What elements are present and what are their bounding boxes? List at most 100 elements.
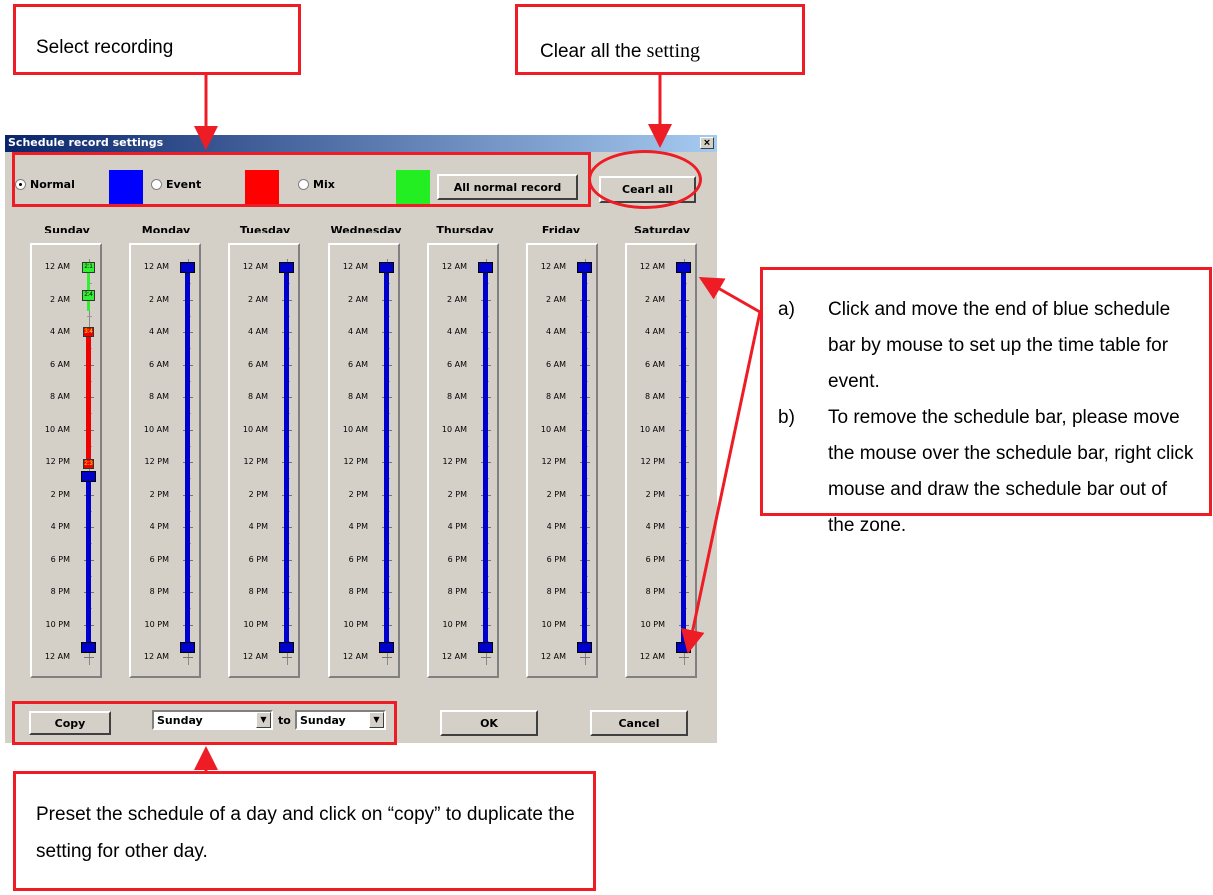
ok-label: OK [480,716,498,730]
schedule-bar-normal[interactable] [185,267,190,647]
time-label: 6 AM [49,359,70,369]
time-label: 10 PM [343,619,368,629]
day-header-tuesday: Tuesday [239,224,291,233]
schedule-column-thursday[interactable]: 12 AM 2 AM 4 AM 6 AM 8 AM 10 AM 12 PM 2 PM 4 PM 6… [427,243,499,678]
schedule-handle-start[interactable] [180,262,195,273]
time-label: 6 AM [446,359,467,369]
schedule-column-tuesday[interactable]: 12 AM 2 AM 4 AM 6 AM 8 AM 10 AM 12 PM 2 PM 4 PM 6… [228,243,300,678]
time-label: 6 AM [347,359,368,369]
time-label: 12 AM [44,652,70,661]
schedule-column-monday[interactable]: 12 AM 2 AM 4 AM 6 AM 8 AM 10 AM 12 PM 2 PM 4 PM 6… [129,243,201,678]
time-label: 6 AM [148,359,169,369]
schedule-handle-end[interactable] [81,642,96,653]
time-label: 2 PM [348,489,368,499]
time-label: 2 PM [50,489,70,499]
time-label: 2 PM [546,489,566,499]
time-label: 2 AM [644,294,665,304]
time-label: 8 AM [347,392,368,401]
time-label: 8 PM [149,587,169,596]
time-label: 4 AM [148,327,169,336]
time-label: 2 AM [148,294,169,304]
time-label: 10 PM [541,619,566,629]
annotation-copy-text: Preset the schedule of a day and click o… [36,804,575,862]
schedule-handle-end[interactable] [379,642,394,653]
mode-selection-highlight [12,152,591,207]
time-label: 6 PM [546,554,566,564]
time-label: 8 PM [546,587,566,596]
schedule-handle-start[interactable] [478,262,493,273]
time-label: 8 AM [446,392,467,401]
schedule-handle-start[interactable] [279,262,294,273]
time-label: 2 PM [645,489,665,499]
time-label: 8 AM [644,392,665,401]
time-tick [580,657,590,658]
time-label: 4 AM [446,327,467,336]
schedule-handle-mix-start[interactable]: 2:1 [82,262,95,273]
time-label: 12 PM [442,457,467,466]
time-label: 4 AM [545,327,566,336]
schedule-bar-normal[interactable] [483,267,488,647]
day-header-saturday: Saturday [634,224,690,233]
time-label: 4 PM [546,522,566,531]
title-bar[interactable]: Schedule record settings × [5,135,717,152]
time-label: 4 AM [347,327,368,336]
schedule-column-friday[interactable]: 12 AM 2 AM 4 AM 6 AM 8 AM 10 AM 12 PM 2 PM 4 PM 6… [526,243,598,678]
time-label: 6 PM [348,554,368,564]
cancel-button[interactable]: Cancel [590,710,688,736]
window-title: Schedule record settings [8,136,164,149]
time-tick [282,657,292,658]
time-label: 2 AM [247,294,268,304]
schedule-bar-event[interactable] [86,331,91,467]
schedule-handle-start[interactable] [81,471,96,482]
schedule-handle-event-start[interactable]: 3:4 [83,327,94,337]
schedule-handle-end[interactable] [279,642,294,653]
schedule-handle-event-end[interactable]: 2:3 [83,459,94,469]
time-label: 12 AM [540,652,566,661]
time-label: 12 AM [143,652,169,661]
time-label: 12 PM [144,457,169,466]
schedule-column-sunday[interactable]: 12 AM 2 AM 4 AM 6 AM 8 AM 10 AM 12 PM 2 PM 4 PM 6… [30,243,102,678]
schedule-bar-normal[interactable] [86,477,91,647]
schedule-handle-end[interactable] [577,642,592,653]
time-label: 10 PM [45,619,70,629]
time-label: 10 AM [44,424,70,434]
time-label: 2 PM [149,489,169,499]
annotation-schedule-bar: a) Click and move the end of blue schedul… [760,267,1212,536]
time-label: 12 PM [541,457,566,466]
cancel-label: Cancel [618,716,660,730]
time-label: 12 AM [44,262,70,271]
schedule-record-settings-window: Schedule record settings × Normal Event … [5,135,717,743]
time-label: 10 AM [441,424,467,434]
schedule-handle-mix-end[interactable]: 2:4 [82,290,95,301]
time-tick [481,657,491,658]
annotation-select-recording-text: Select recording [36,37,174,58]
schedule-handle-start[interactable] [379,262,394,273]
time-label: 10 AM [242,424,268,434]
schedule-handle-end[interactable] [676,642,691,653]
schedule-column-saturday[interactable]: 12 AM 2 AM 4 AM 6 AM 8 AM 10 AM 12 PM 2 PM 4 PM 6… [625,243,697,678]
schedule-bar-normal[interactable] [384,267,389,647]
time-label: 12 PM [640,457,665,466]
time-label: 10 AM [342,424,368,434]
time-label: 6 PM [248,554,268,564]
schedule-column-wednesday[interactable]: 12 AM 2 AM 4 AM 6 AM 8 AM 10 AM 12 PM 2 PM 4 PM 6… [328,243,400,678]
schedule-bar-normal[interactable] [582,267,587,647]
time-tick [183,657,193,658]
schedule-bar-normal[interactable] [284,267,289,647]
time-label: 8 AM [247,392,268,401]
close-button[interactable]: × [700,137,714,149]
schedule-handle-end[interactable] [180,642,195,653]
day-header-friday: Friday [541,224,581,233]
ok-button[interactable]: OK [440,710,538,736]
time-label: 4 PM [348,522,368,531]
time-label: 12 AM [143,262,169,271]
time-label: 4 AM [644,327,665,336]
time-label: 12 PM [45,457,70,466]
schedule-bar-normal[interactable] [681,267,686,647]
schedule-handle-start[interactable] [676,262,691,273]
time-label: 6 PM [447,554,467,564]
time-label: 6 AM [247,359,268,369]
schedule-handle-end[interactable] [478,642,493,653]
day-header-monday: Monday [141,224,191,233]
schedule-handle-start[interactable] [577,262,592,273]
